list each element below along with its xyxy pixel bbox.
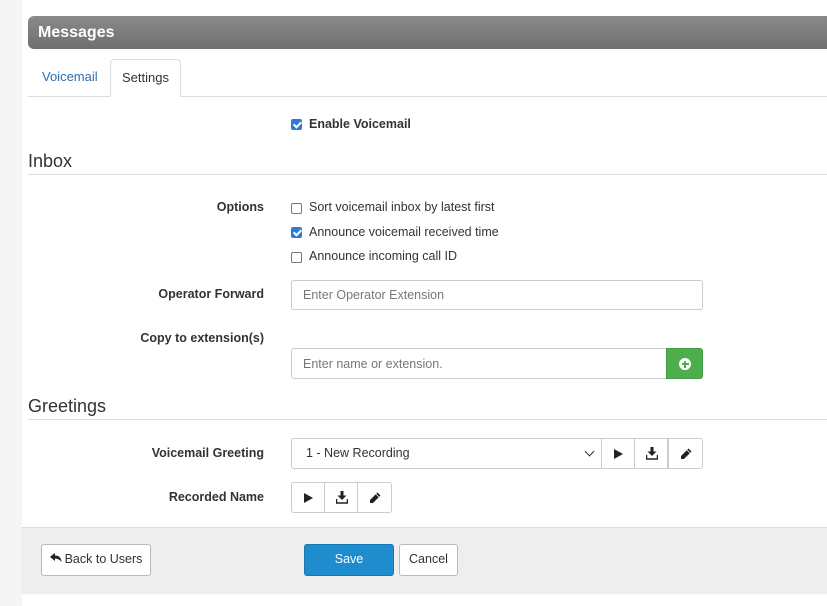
pencil-icon <box>681 448 692 459</box>
voicemail-greeting-value: 1 - New Recording <box>306 446 410 460</box>
inbox-divider <box>28 174 827 175</box>
greetings-section-title: Greetings <box>28 396 107 416</box>
announce-callid-checkbox[interactable] <box>291 252 302 263</box>
sort-latest-checkbox[interactable] <box>291 203 302 214</box>
sort-latest-label: Sort voicemail inbox by latest first <box>309 200 495 214</box>
plus-circle-icon <box>679 358 691 370</box>
reply-arrow-icon <box>49 553 62 563</box>
back-to-users-label: Back to Users <box>64 552 143 566</box>
page-title: Messages <box>38 24 115 41</box>
greetings-divider <box>28 419 827 420</box>
save-button[interactable]: Save <box>304 544 394 576</box>
inbox-section-title: Inbox <box>28 151 73 171</box>
announce-callid-label: Announce incoming call ID <box>309 249 457 263</box>
play-icon <box>614 449 623 459</box>
copy-to-label: Copy to extension(s) <box>140 331 264 345</box>
download-icon <box>336 491 348 504</box>
add-extension-button[interactable] <box>666 348 703 379</box>
announce-time-checkbox[interactable] <box>291 227 302 238</box>
copy-to-input[interactable] <box>291 348 667 379</box>
page-header: Messages <box>28 16 827 49</box>
back-to-users-button[interactable]: Back to Users <box>41 544 151 576</box>
operator-forward-label: Operator Forward <box>158 287 264 301</box>
greeting-play-button[interactable] <box>601 438 635 469</box>
voicemail-greeting-select[interactable]: 1 - New Recording <box>291 438 602 469</box>
options-label: Options <box>216 200 264 214</box>
enable-voicemail-checkbox[interactable] <box>291 119 302 130</box>
tab-settings[interactable]: Settings <box>110 59 181 97</box>
tab-bar: Voicemail Settings <box>28 59 827 97</box>
chevron-down-icon <box>584 446 595 457</box>
announce-time-label: Announce voicemail received time <box>309 225 499 239</box>
enable-voicemail-label: Enable Voicemail <box>309 117 411 131</box>
name-play-button[interactable] <box>291 482 325 513</box>
greeting-edit-button[interactable] <box>668 438 703 469</box>
name-download-button[interactable] <box>324 482 358 513</box>
operator-forward-input[interactable] <box>291 280 703 310</box>
cancel-button[interactable]: Cancel <box>399 544 458 576</box>
name-edit-button[interactable] <box>357 482 392 513</box>
pencil-icon <box>370 492 381 503</box>
greeting-download-button[interactable] <box>634 438 668 469</box>
tab-voicemail[interactable]: Voicemail <box>28 59 108 96</box>
download-icon <box>646 447 658 460</box>
recorded-name-label: Recorded Name <box>168 490 264 504</box>
voicemail-greeting-label: Voicemail Greeting <box>151 446 264 460</box>
play-icon <box>304 493 313 503</box>
